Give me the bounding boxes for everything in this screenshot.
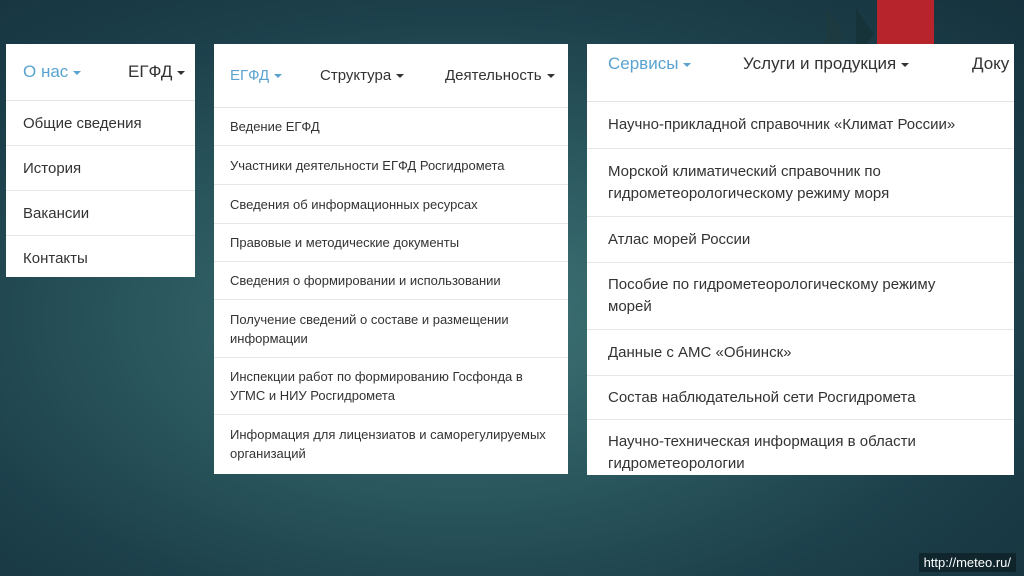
caret-down-icon — [546, 74, 555, 79]
menu-item-label: Инспекции работ по формированию Госфонда… — [230, 369, 523, 384]
menu-item-seas-atlas[interactable]: Атлас морей России — [587, 217, 1014, 263]
menu-item-contacts[interactable]: Контакты — [6, 236, 195, 277]
menu-item-general-info[interactable]: Общие сведения — [6, 101, 195, 146]
menu-item-label: Научно-техническая информация в области — [608, 432, 916, 450]
decorative-red-bar — [877, 0, 934, 45]
nav-label: ЕГФД — [230, 67, 270, 84]
nav-label: О нас — [23, 62, 69, 81]
menu-item-label: Состав наблюдательной сети Росгидромета — [608, 388, 916, 406]
menu-item-label: Участники деятельности ЕГФД Росгидромета — [230, 157, 505, 173]
caret-down-icon — [901, 62, 910, 67]
caret-down-icon — [396, 74, 405, 79]
panel2-navbar: ЕГФД Структура Деятельность — [214, 44, 568, 108]
about-menu-panel: О нас ЕГФД Общие сведения История Ваканс… — [6, 44, 195, 277]
nav-label: Доку — [972, 54, 1010, 73]
menu-item-history[interactable]: История — [6, 146, 195, 191]
nav-label: Деятельность — [445, 67, 542, 84]
menu-item-label: Общие сведения — [23, 114, 142, 132]
menu-item-legal-documents[interactable]: Правовые и методические документы — [214, 224, 568, 262]
nav-structure-button[interactable]: Структура — [320, 67, 405, 84]
nav-label: Структура — [320, 67, 392, 84]
services-menu-panel: Сервисы Услуги и продукция Доку Научно-п… — [587, 44, 1014, 475]
caret-down-icon — [177, 70, 186, 75]
source-url: http://meteo.ru/ — [918, 553, 1016, 572]
nav-activity-button[interactable]: Деятельность — [445, 67, 555, 84]
nav-egfd-button[interactable]: ЕГФД — [230, 67, 283, 84]
panel1-navbar: О нас ЕГФД — [6, 44, 195, 101]
menu-item-participants[interactable]: Участники деятельности ЕГФД Росгидромета — [214, 146, 568, 185]
egfd-menu-panel: ЕГФД Структура Деятельность Ведение ЕГФД… — [214, 44, 568, 474]
menu-item-climate-reference[interactable]: Научно-прикладной справочник «Климат Рос… — [587, 102, 1014, 149]
menu-item-egfd-maintenance[interactable]: Ведение ЕГФД — [214, 108, 568, 146]
menu-item-ams-obninsk[interactable]: Данные с АМС «Обнинск» — [587, 330, 1014, 376]
nav-label: Услуги и продукция — [743, 54, 897, 73]
nav-services-button[interactable]: Сервисы — [608, 54, 692, 74]
menu-item-info-resources[interactable]: Сведения об информационных ресурсах — [214, 185, 568, 224]
menu-item-label: Получение сведений о составе и размещени… — [230, 311, 509, 327]
menu-item-label: Пособие по гидрометеорологическому режим… — [608, 276, 936, 293]
caret-down-icon — [683, 62, 692, 67]
nav-products-button[interactable]: Услуги и продукция — [743, 54, 910, 74]
nav-documents-button[interactable]: Доку — [972, 54, 1009, 74]
menu-item-label: Атлас морей России — [608, 230, 751, 248]
menu-item-label: УГМС и НИУ Росгидромета — [230, 388, 395, 403]
menu-item-label: Данные с АМС «Обнинск» — [608, 343, 792, 361]
menu-item-label: информации — [230, 330, 308, 346]
nav-about-button[interactable]: О нас — [23, 62, 82, 82]
menu-item-label: организаций — [230, 446, 306, 461]
menu-item-label: Сведения об информационных ресурсах — [230, 196, 478, 212]
menu-item-observation-network[interactable]: Состав наблюдательной сети Росгидромета — [587, 376, 1014, 420]
menu-item-label: Информация для лицензиатов и саморегулир… — [230, 427, 546, 442]
menu-item-licensees-info[interactable]: Информация для лицензиатов и саморегулир… — [214, 415, 568, 473]
panel3-navbar: Сервисы Услуги и продукция Доку — [587, 44, 1014, 102]
nav-egfd-button[interactable]: ЕГФД — [128, 62, 186, 82]
menu-item-scientific-info[interactable]: Научно-техническая информация в области г… — [587, 420, 1014, 475]
menu-item-label: Сведения о формировании и использовании — [230, 273, 501, 288]
menu-item-label: Морской климатический справочник по — [608, 162, 881, 180]
menu-item-label: гидрометеорологии — [608, 454, 745, 472]
menu-item-label: Вакансии — [23, 204, 90, 222]
menu-item-obtaining-info[interactable]: Получение сведений о составе и размещени… — [214, 300, 568, 358]
menu-item-hydromet-manual[interactable]: Пособие по гидрометеорологическому режим… — [587, 263, 1014, 330]
menu-item-label: морей — [608, 298, 652, 315]
caret-down-icon — [274, 74, 283, 79]
menu-item-label: История — [23, 159, 82, 177]
menu-item-label: Ведение ЕГФД — [230, 119, 320, 134]
menu-item-marine-climate[interactable]: Морской климатический справочник по гидро… — [587, 149, 1014, 217]
nav-label: Сервисы — [608, 54, 679, 73]
menu-item-label: Контакты — [23, 250, 88, 267]
menu-item-label: гидрометеорологическому режиму моря — [608, 184, 890, 202]
menu-item-label: Правовые и методические документы — [230, 235, 460, 250]
menu-item-vacancies[interactable]: Вакансии — [6, 191, 195, 236]
menu-item-inspections[interactable]: Инспекции работ по формированию Госфонда… — [214, 358, 568, 415]
menu-item-formation-usage[interactable]: Сведения о формировании и использовании — [214, 262, 568, 300]
menu-item-label: Научно-прикладной справочник «Климат Рос… — [608, 116, 956, 133]
caret-down-icon — [73, 70, 82, 75]
nav-label: ЕГФД — [128, 62, 173, 81]
